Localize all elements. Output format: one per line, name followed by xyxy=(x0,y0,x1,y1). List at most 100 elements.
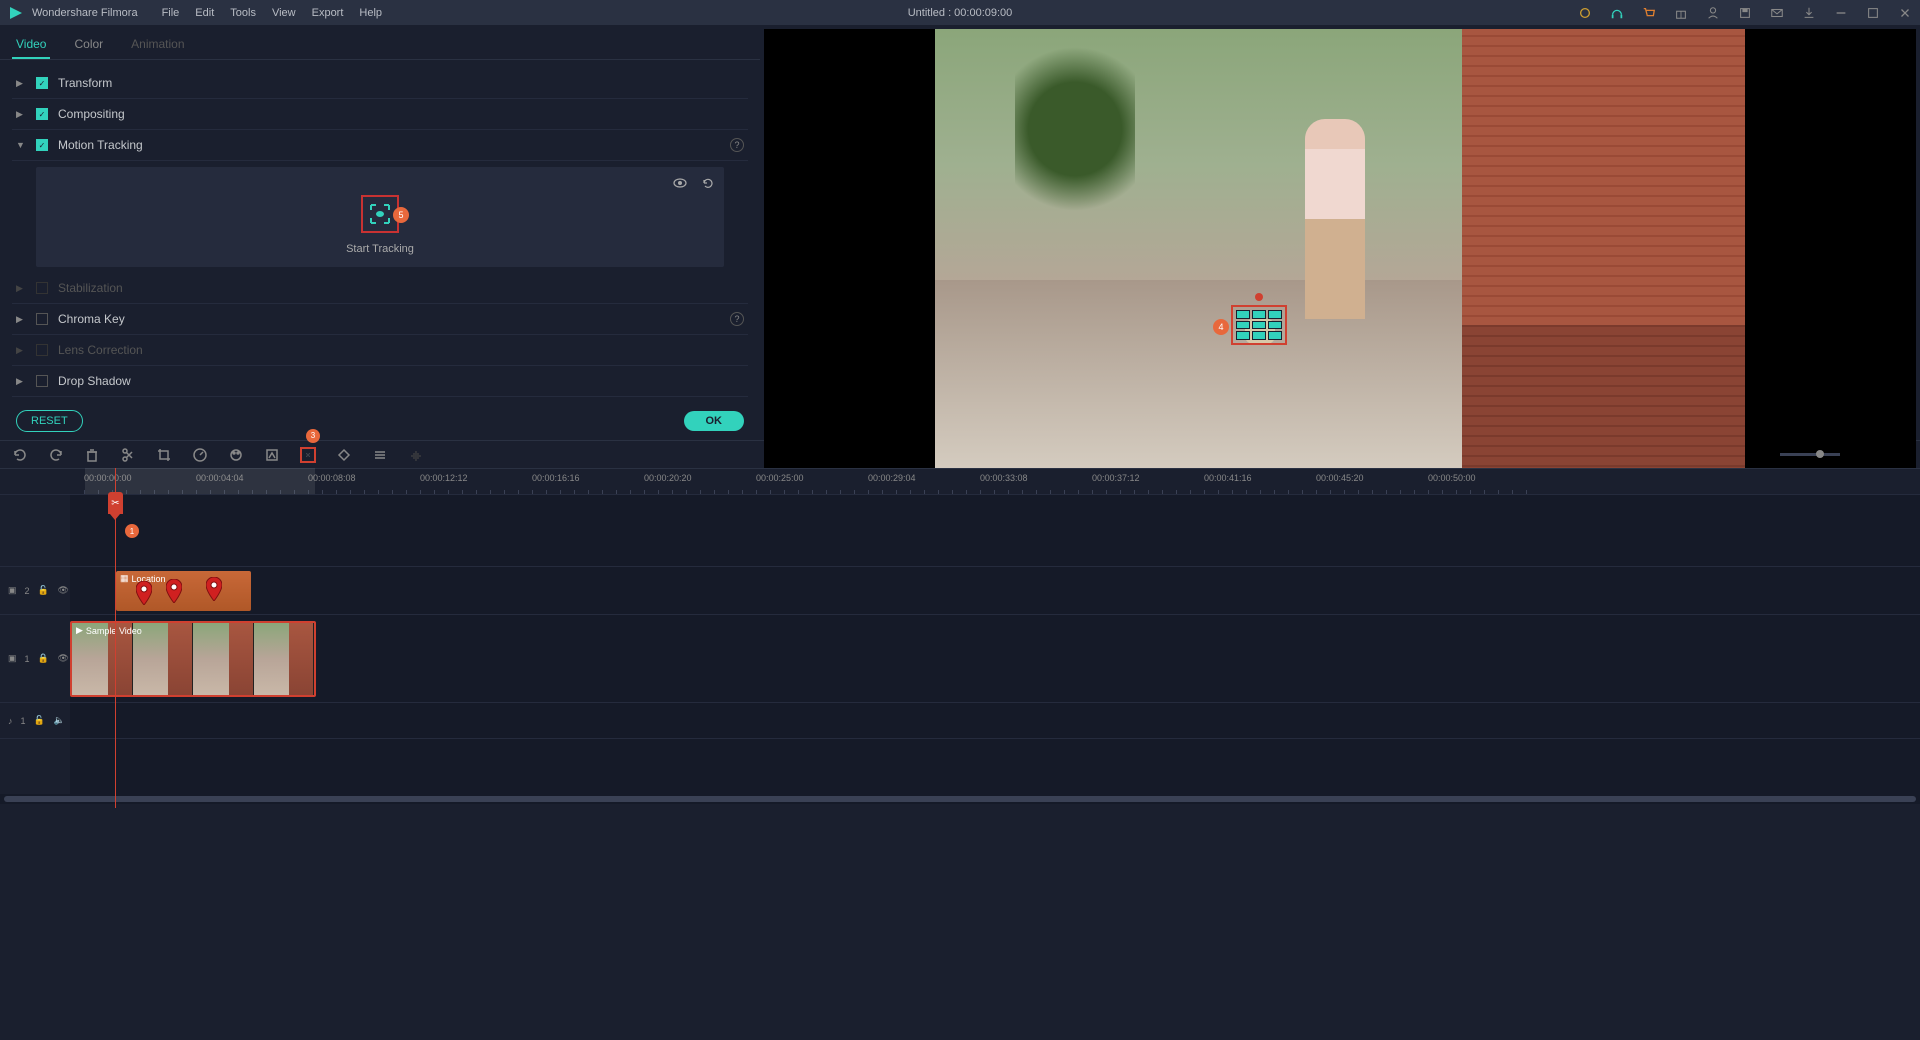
main-menu: File Edit Tools View Export Help xyxy=(162,7,382,19)
download-icon[interactable] xyxy=(1802,6,1816,20)
chevron-right-icon: ▶ xyxy=(16,345,28,356)
undo-icon[interactable] xyxy=(12,447,28,463)
split-icon[interactable] xyxy=(120,447,136,463)
menu-file[interactable]: File xyxy=(162,7,180,19)
track-index: 1 xyxy=(25,654,30,664)
chevron-right-icon: ▶ xyxy=(16,283,28,294)
track-overlay-2: ▣ 2 🔓 👁 ▦Location xyxy=(0,566,1920,614)
menu-view[interactable]: View xyxy=(272,7,296,19)
properties-list: ▶ ✓ Transform ▶ ✓ Compositing ▼ ✓ Motion… xyxy=(0,60,760,402)
eye-icon[interactable]: 👁 xyxy=(58,585,70,596)
menu-tools[interactable]: Tools xyxy=(230,7,256,19)
chevron-right-icon: ▶ xyxy=(16,376,28,387)
delete-icon[interactable] xyxy=(84,447,100,463)
tab-animation[interactable]: Animation xyxy=(127,31,188,59)
timeline-scrollbar[interactable] xyxy=(0,794,1920,804)
headphones-icon[interactable] xyxy=(1610,6,1624,20)
playhead[interactable]: ✂ xyxy=(115,468,116,808)
prop-chroma-key[interactable]: ▶ Chroma Key ? xyxy=(12,304,748,335)
track-index: 2 xyxy=(25,586,30,596)
titlebar-right-icons xyxy=(1578,6,1912,20)
checkbox-drop-shadow[interactable] xyxy=(36,375,48,387)
reset-button[interactable]: RESET xyxy=(16,410,83,432)
start-tracking-button[interactable]: 5 xyxy=(361,195,399,233)
menu-export[interactable]: Export xyxy=(312,7,344,19)
tab-video[interactable]: Video xyxy=(12,31,50,59)
audio-sync-icon[interactable] xyxy=(408,447,424,463)
prop-compositing[interactable]: ▶ ✓ Compositing xyxy=(12,99,748,130)
motion-tracker-target[interactable]: 4 xyxy=(1231,305,1287,345)
lock-icon[interactable]: 🔒 xyxy=(38,653,50,664)
preview-panel: 4 { } 00:00:01:15 1/2 ▼ xyxy=(760,25,1920,440)
chevron-right-icon: ▶ xyxy=(16,78,28,89)
clip-location[interactable]: ▦Location xyxy=(116,571,251,611)
location-pin-icon xyxy=(166,579,182,603)
ruler-timestamp: 00:00:16:16 xyxy=(532,473,580,483)
preview-frame: 4 xyxy=(935,29,1745,485)
play-icon: ▶ xyxy=(76,625,83,636)
checkbox-compositing[interactable]: ✓ xyxy=(36,108,48,120)
color-icon[interactable] xyxy=(228,447,244,463)
green-screen-icon[interactable] xyxy=(264,447,280,463)
tab-color[interactable]: Color xyxy=(70,31,107,59)
ruler-timestamp: 00:00:20:20 xyxy=(644,473,692,483)
annotation-badge-1: 1 xyxy=(125,524,139,538)
gift-icon[interactable] xyxy=(1674,6,1688,20)
tracker-rotate-handle[interactable] xyxy=(1255,293,1263,301)
user-icon[interactable] xyxy=(1706,6,1720,20)
save-icon[interactable] xyxy=(1738,6,1752,20)
app-name: Wondershare Filmora xyxy=(32,7,138,19)
maximize-icon[interactable] xyxy=(1866,6,1880,20)
help-icon[interactable]: ? xyxy=(730,138,744,152)
visibility-icon[interactable] xyxy=(672,175,688,191)
checkbox-transform[interactable]: ✓ xyxy=(36,77,48,89)
crop-icon[interactable] xyxy=(156,447,172,463)
adjust-icon[interactable] xyxy=(372,447,388,463)
annotation-badge-3: 3 xyxy=(306,429,320,443)
ok-button[interactable]: OK xyxy=(684,411,745,431)
annotation-badge-5: 5 xyxy=(393,207,409,223)
app-logo-icon xyxy=(8,5,24,21)
timeline-selection: 1 xyxy=(85,468,315,494)
menu-edit[interactable]: Edit xyxy=(195,7,214,19)
preview-viewport[interactable]: 4 xyxy=(764,29,1916,485)
track-body[interactable] xyxy=(70,703,1920,738)
eye-icon[interactable]: 👁 xyxy=(58,653,70,664)
menu-help[interactable]: Help xyxy=(359,7,382,19)
track-type-icon: ♪ xyxy=(8,716,13,726)
chevron-right-icon: ▶ xyxy=(16,314,28,325)
checkbox-chroma-key[interactable] xyxy=(36,313,48,325)
mail-icon[interactable] xyxy=(1770,6,1784,20)
track-video-1: ▣ 1 🔒 👁 ▶Sample Video 2 xyxy=(0,614,1920,702)
ruler-timestamp: 00:00:08:08 xyxy=(308,473,356,483)
playhead-handle[interactable]: ✂ xyxy=(108,492,123,514)
speed-icon[interactable] xyxy=(192,447,208,463)
location-pin-icon xyxy=(136,581,152,605)
ruler-timestamp: 00:00:50:00 xyxy=(1428,473,1476,483)
track-spacer-bottom xyxy=(0,738,1920,794)
checkbox-motion-tracking[interactable]: ✓ xyxy=(36,139,48,151)
motion-tracking-tool-icon[interactable] xyxy=(300,447,316,463)
prop-drop-shadow[interactable]: ▶ Drop Shadow xyxy=(12,366,748,397)
keyframe-icon[interactable] xyxy=(336,447,352,463)
track-spacer xyxy=(0,494,1920,566)
help-icon[interactable]: ? xyxy=(730,312,744,326)
cart-icon[interactable] xyxy=(1642,6,1656,20)
clip-sample-video[interactable]: ▶Sample Video 2 xyxy=(70,621,316,697)
reset-icon[interactable] xyxy=(700,175,716,191)
close-icon[interactable] xyxy=(1898,6,1912,20)
prop-transform[interactable]: ▶ ✓ Transform xyxy=(12,68,748,99)
prop-motion-tracking[interactable]: ▼ ✓ Motion Tracking ? xyxy=(12,130,748,161)
track-index: 1 xyxy=(21,716,26,726)
lock-icon[interactable]: 🔓 xyxy=(34,715,46,726)
ruler-timestamp: 00:00:45:20 xyxy=(1316,473,1364,483)
lightbulb-icon[interactable] xyxy=(1578,6,1592,20)
track-body[interactable]: ▶Sample Video 2 xyxy=(70,615,1920,702)
minimize-icon[interactable] xyxy=(1834,6,1848,20)
redo-icon[interactable] xyxy=(48,447,64,463)
track-body[interactable]: ▦Location xyxy=(70,567,1920,614)
lock-icon[interactable]: 🔓 xyxy=(38,585,50,596)
mute-icon[interactable]: 🔈 xyxy=(54,715,66,726)
timeline-zoom-slider[interactable] xyxy=(1780,453,1840,456)
location-pin-icon xyxy=(206,577,222,601)
